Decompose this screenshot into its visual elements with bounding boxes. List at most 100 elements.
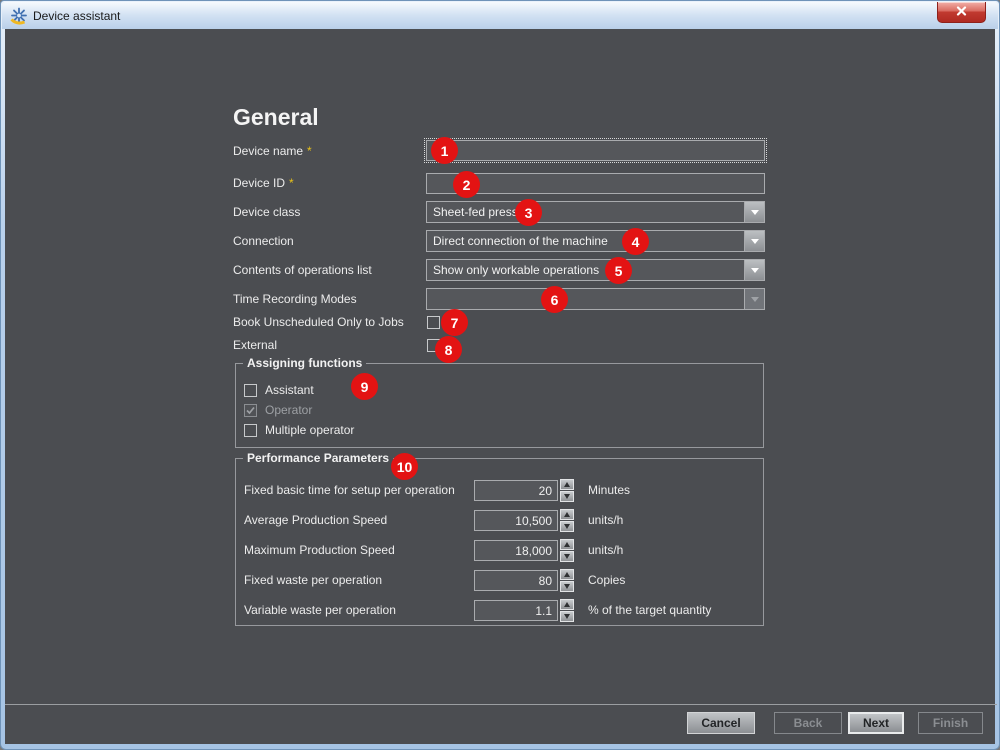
setup-time-label: Fixed basic time for setup per operation: [244, 483, 455, 497]
variable-waste-spinner: [560, 599, 574, 622]
max-speed-input[interactable]: [474, 540, 558, 561]
external-label: External: [233, 338, 278, 352]
close-icon: [956, 3, 967, 21]
time-recording-modes-dropdown-button: [744, 289, 764, 309]
annotation-badge-2: 2: [453, 171, 480, 198]
annotation-badge-7: 7: [441, 309, 468, 336]
annotation-badge-6: 6: [541, 286, 568, 313]
assigning-functions-title: Assigning functions: [243, 356, 367, 370]
titlebar[interactable]: Device assistant: [2, 2, 998, 29]
variable-waste-label: Variable waste per operation: [244, 603, 396, 617]
assistant-checkbox[interactable]: [244, 384, 257, 397]
footer-divider: [5, 704, 997, 705]
arrow-down-icon: [564, 614, 570, 619]
back-button: Back: [774, 712, 842, 734]
variable-waste-input[interactable]: [474, 600, 558, 621]
check-icon: [246, 402, 255, 420]
required-asterisk: *: [289, 176, 294, 190]
avg-speed-spinner: [560, 509, 574, 532]
operations-list-value: Show only workable operations: [433, 263, 600, 277]
arrow-down-icon: [564, 554, 570, 559]
required-asterisk: *: [307, 144, 312, 158]
next-button[interactable]: Next: [848, 712, 904, 734]
chevron-down-icon: [750, 238, 759, 244]
spin-up-button[interactable]: [560, 569, 574, 580]
annotation-badge-3: 3: [515, 199, 542, 226]
avg-speed-label: Average Production Speed: [244, 513, 388, 527]
multiple-operator-checkbox[interactable]: [244, 424, 257, 437]
annotation-badge-5: 5: [605, 257, 632, 284]
device-class-label: Device class: [233, 205, 301, 219]
spin-down-button[interactable]: [560, 521, 574, 532]
spin-down-button[interactable]: [560, 551, 574, 562]
book-unscheduled-label: Book Unscheduled Only to Jobs: [233, 315, 404, 329]
close-button[interactable]: [937, 2, 986, 23]
spin-down-button[interactable]: [560, 491, 574, 502]
device-name-focus-ring: [424, 138, 767, 163]
annotation-badge-10: 10: [391, 453, 418, 480]
arrow-up-icon: [564, 542, 570, 547]
setup-time-unit: Minutes: [588, 483, 631, 497]
device-id-label: Device ID *: [233, 176, 294, 190]
avg-speed-unit: units/h: [588, 513, 624, 527]
connection-value: Direct connection of the machine: [433, 234, 608, 248]
chevron-down-icon: [750, 209, 759, 215]
cancel-button[interactable]: Cancel: [687, 712, 755, 734]
fixed-waste-unit: Copies: [588, 573, 626, 587]
window-title: Device assistant: [33, 9, 121, 23]
arrow-up-icon: [564, 572, 570, 577]
operator-checkbox: [244, 404, 257, 417]
app-icon: [10, 7, 28, 25]
page-title: General: [233, 104, 319, 130]
arrow-up-icon: [564, 482, 570, 487]
performance-parameters-group: Performance Parameters Fixed basic time …: [235, 451, 764, 626]
spin-down-button[interactable]: [560, 611, 574, 622]
connection-select[interactable]: Direct connection of the machine: [426, 230, 765, 252]
device-name-label: Device name *: [233, 144, 312, 158]
device-class-value: Sheet-fed press: [433, 205, 518, 219]
connection-label: Connection: [233, 234, 294, 248]
annotation-badge-4: 4: [622, 228, 649, 255]
arrow-up-icon: [564, 602, 570, 607]
device-class-select[interactable]: Sheet-fed press: [426, 201, 765, 223]
finish-button: Finish: [918, 712, 983, 734]
operations-list-select[interactable]: Show only workable operations: [426, 259, 765, 281]
spin-up-button[interactable]: [560, 599, 574, 610]
operations-list-label: Contents of operations list: [233, 263, 372, 277]
arrow-down-icon: [564, 524, 570, 529]
time-recording-modes-select: [426, 288, 765, 310]
chevron-down-icon: [750, 296, 759, 302]
fixed-waste-input[interactable]: [474, 570, 558, 591]
max-speed-unit: units/h: [588, 543, 624, 557]
spin-up-button[interactable]: [560, 539, 574, 550]
annotation-badge-8: 8: [435, 336, 462, 363]
avg-speed-input[interactable]: [474, 510, 558, 531]
annotation-badge-9: 9: [351, 373, 378, 400]
annotation-badge-1: 1: [431, 137, 458, 164]
operator-label: Operator: [265, 403, 313, 417]
device-assistant-window: Device assistant General Device name * De…: [0, 0, 1000, 750]
time-recording-modes-label: Time Recording Modes: [233, 292, 357, 306]
setup-time-spinner: [560, 479, 574, 502]
connection-dropdown-button[interactable]: [744, 231, 764, 251]
spin-up-button[interactable]: [560, 509, 574, 520]
book-unscheduled-checkbox[interactable]: [427, 316, 440, 329]
device-class-dropdown-button[interactable]: [744, 202, 764, 222]
fixed-waste-spinner: [560, 569, 574, 592]
max-speed-label: Maximum Production Speed: [244, 543, 395, 557]
multiple-operator-label: Multiple operator: [265, 423, 355, 437]
chevron-down-icon: [750, 267, 759, 273]
max-speed-spinner: [560, 539, 574, 562]
arrow-up-icon: [564, 512, 570, 517]
operations-list-dropdown-button[interactable]: [744, 260, 764, 280]
fixed-waste-label: Fixed waste per operation: [244, 573, 383, 587]
spin-up-button[interactable]: [560, 479, 574, 490]
device-name-input[interactable]: [426, 140, 765, 161]
spin-down-button[interactable]: [560, 581, 574, 592]
assistant-label: Assistant: [265, 383, 314, 397]
arrow-down-icon: [564, 494, 570, 499]
arrow-down-icon: [564, 584, 570, 589]
setup-time-input[interactable]: [474, 480, 558, 501]
assigning-functions-group: Assigning functions Assistant Operator M…: [235, 356, 764, 448]
performance-parameters-title: Performance Parameters: [243, 451, 394, 465]
